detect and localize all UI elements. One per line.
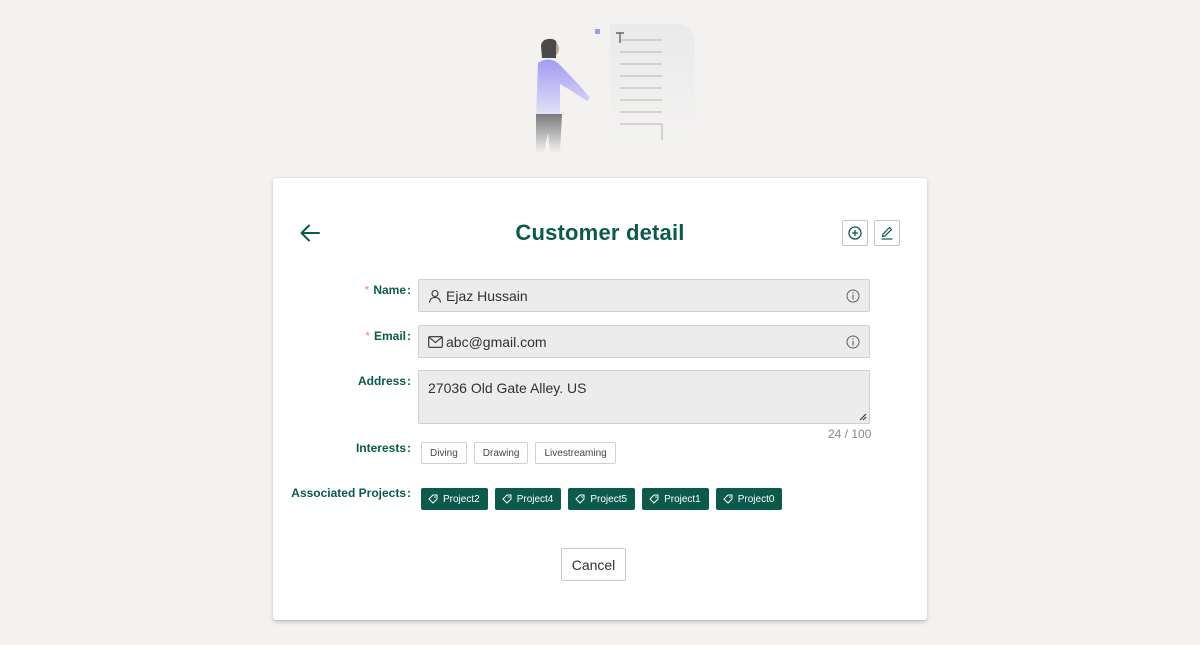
- character-counter: 24 / 100: [828, 427, 872, 441]
- add-button[interactable]: [842, 220, 868, 246]
- address-label: Address:: [357, 374, 411, 388]
- page-title: Customer detail: [515, 220, 685, 245]
- interests-list: Diving Drawing Livestreaming: [421, 442, 616, 464]
- tag-icon: [575, 494, 585, 504]
- name-input[interactable]: Ejaz Hussain: [418, 279, 870, 312]
- resize-grip-icon[interactable]: [859, 413, 867, 421]
- cancel-button[interactable]: Cancel: [561, 548, 626, 581]
- project-tag[interactable]: Project0: [715, 488, 783, 510]
- email-label: * Email:: [365, 329, 411, 343]
- envelope-icon: [427, 334, 443, 350]
- tag-icon: [723, 494, 733, 504]
- tag-icon: [428, 494, 438, 504]
- info-circle-icon[interactable]: [845, 334, 861, 350]
- email-value: abc@gmail.com: [446, 333, 547, 350]
- projects-label: Associated Projects:: [291, 486, 411, 500]
- interest-chip: Livestreaming: [535, 442, 616, 464]
- interest-chip: Drawing: [473, 442, 529, 464]
- required-marker: *: [364, 283, 370, 297]
- project-tag[interactable]: Project4: [494, 488, 562, 510]
- project-tag[interactable]: Project5: [568, 488, 636, 510]
- pencil-icon: [881, 226, 893, 240]
- person-icon: [427, 288, 443, 304]
- name-label: * Name:: [364, 283, 411, 297]
- edit-button[interactable]: [874, 220, 900, 246]
- tag-icon: [501, 494, 512, 504]
- project-tag[interactable]: Project2: [421, 488, 488, 510]
- header-illustration: [520, 18, 710, 158]
- interest-chip: Diving: [421, 442, 467, 464]
- name-value: Ejaz Hussain: [446, 287, 528, 304]
- circle-plus-icon: [848, 226, 862, 240]
- projects-list: Project2 Project4 Project5 Project1 Proj…: [421, 488, 783, 510]
- project-tag[interactable]: Project1: [642, 488, 709, 510]
- interests-label: Interests:: [355, 441, 411, 455]
- tag-icon: [649, 494, 659, 504]
- customer-detail-card: Customer detail * Name: Ejaz Hussain * E…: [273, 178, 927, 620]
- required-marker: *: [365, 329, 370, 343]
- email-input[interactable]: abc@gmail.com: [418, 325, 870, 358]
- address-value: 27036 Old Gate Alley. US: [428, 380, 587, 396]
- address-textarea[interactable]: 27036 Old Gate Alley. US: [418, 370, 870, 424]
- info-circle-icon[interactable]: [845, 288, 861, 304]
